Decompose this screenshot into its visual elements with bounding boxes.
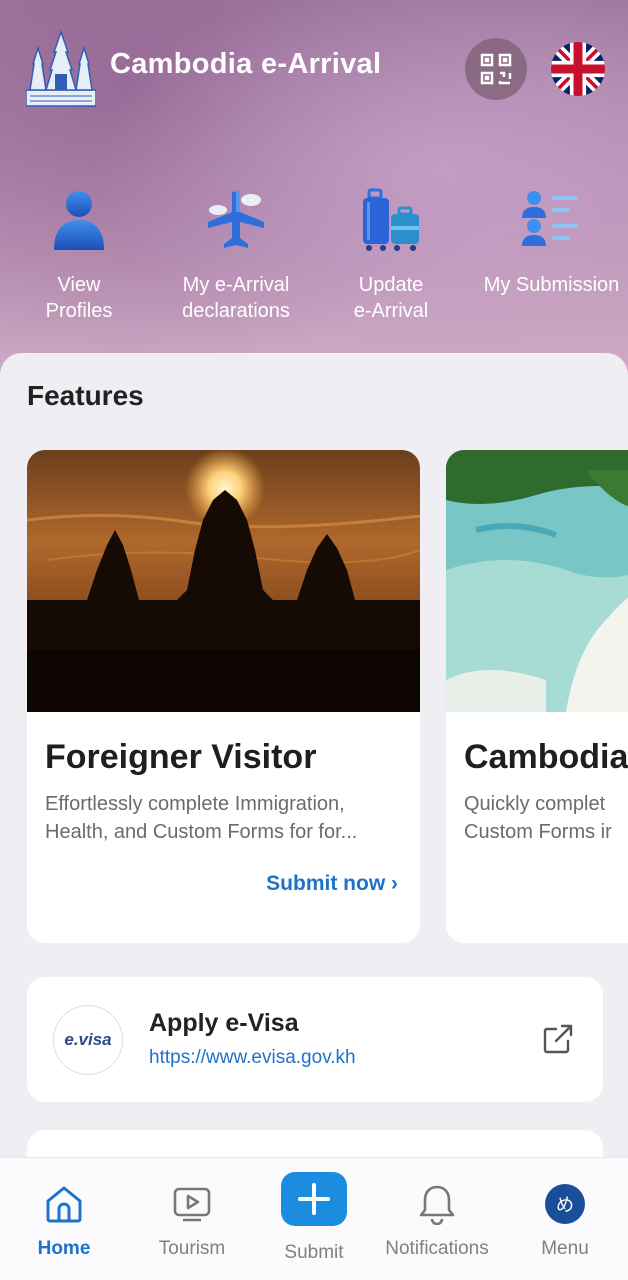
nav-label: Home bbox=[37, 1238, 91, 1259]
evisa-title: Apply e-Visa bbox=[149, 1009, 299, 1037]
beach-aerial-image bbox=[446, 450, 628, 712]
home-icon bbox=[46, 1186, 82, 1223]
quick-action-label: e-Arrival bbox=[353, 300, 429, 322]
feature-card-foreigner-visitor[interactable]: Foreigner Visitor Effortlessly complete … bbox=[27, 450, 420, 943]
quick-action-label: View bbox=[57, 274, 101, 296]
nav-label: Notifications bbox=[385, 1238, 489, 1259]
submit-button[interactable] bbox=[281, 1172, 347, 1226]
quick-action-label: My Submission bbox=[483, 274, 620, 296]
card-description-line: Health, and Custom Forms for for... bbox=[45, 821, 358, 843]
app-title: Cambodia e-Arrival bbox=[110, 48, 382, 80]
bottom-navigation: Home Tourism Submit Notifications め Menu bbox=[0, 1157, 628, 1280]
user-profile-icon bbox=[54, 191, 104, 250]
nav-notifications[interactable]: Notifications bbox=[378, 1180, 496, 1260]
card-description-line: Custom Forms ir bbox=[464, 821, 612, 843]
avatar-text: め bbox=[556, 1195, 574, 1215]
angkor-sunset-image bbox=[27, 450, 420, 712]
card-title: Foreigner Visitor bbox=[45, 738, 317, 776]
card-title: Cambodia bbox=[464, 738, 628, 776]
card-description-line: Quickly complet bbox=[464, 793, 606, 815]
submit-now-link[interactable]: Submit now › bbox=[266, 872, 398, 896]
airplane-icon bbox=[208, 190, 264, 248]
luggage-icon bbox=[363, 188, 419, 251]
avatar: め bbox=[545, 1184, 585, 1224]
play-icon bbox=[173, 1187, 211, 1222]
evisa-logo: e.visa bbox=[53, 1005, 123, 1075]
nav-label: Submit bbox=[284, 1242, 344, 1263]
qr-code-icon bbox=[480, 53, 512, 85]
quick-action-label: declarations bbox=[182, 300, 290, 322]
language-flag-button[interactable] bbox=[551, 42, 605, 96]
nav-submit[interactable]: Submit bbox=[274, 1172, 354, 1264]
bell-icon bbox=[419, 1185, 455, 1225]
quick-action-my-submission[interactable]: My Submission bbox=[475, 180, 628, 298]
nav-home[interactable]: Home bbox=[24, 1180, 104, 1260]
card-description: Quickly complet Custom Forms ir bbox=[464, 790, 628, 846]
submission-list-icon bbox=[521, 191, 578, 246]
apply-evisa-row[interactable]: e.visa Apply e-Visa https://www.evisa.go… bbox=[27, 977, 603, 1102]
quick-action-update-arrival[interactable]: Update e-Arrival bbox=[336, 180, 446, 324]
nav-menu[interactable]: め Menu bbox=[525, 1180, 605, 1260]
quick-action-label: Profiles bbox=[45, 300, 113, 322]
feature-card-cambodian[interactable]: Cambodia Quickly complet Custom Forms ir bbox=[446, 450, 628, 943]
quick-action-label: Update bbox=[358, 274, 424, 296]
card-description: Effortlessly complete Immigration, Healt… bbox=[45, 790, 405, 846]
card-description-line: Effortlessly complete Immigration, bbox=[45, 793, 345, 815]
quick-action-my-declarations[interactable]: My e-Arrival declarations bbox=[166, 180, 306, 324]
qr-scan-button[interactable] bbox=[465, 38, 527, 100]
quick-action-view-profiles[interactable]: View Profiles bbox=[24, 180, 134, 324]
evisa-url[interactable]: https://www.evisa.gov.kh bbox=[149, 1047, 356, 1069]
nav-tourism[interactable]: Tourism bbox=[152, 1180, 232, 1260]
plus-icon bbox=[298, 1183, 330, 1215]
evisa-logo-text: e.visa bbox=[64, 1030, 112, 1049]
nav-label: Tourism bbox=[158, 1238, 226, 1259]
quick-action-label: My e-Arrival bbox=[182, 274, 290, 296]
nav-label: Menu bbox=[541, 1238, 589, 1259]
features-heading: Features bbox=[27, 380, 144, 411]
uk-flag-icon bbox=[551, 42, 605, 96]
external-link-icon[interactable] bbox=[542, 1023, 574, 1055]
angkor-wat-logo bbox=[26, 30, 96, 107]
